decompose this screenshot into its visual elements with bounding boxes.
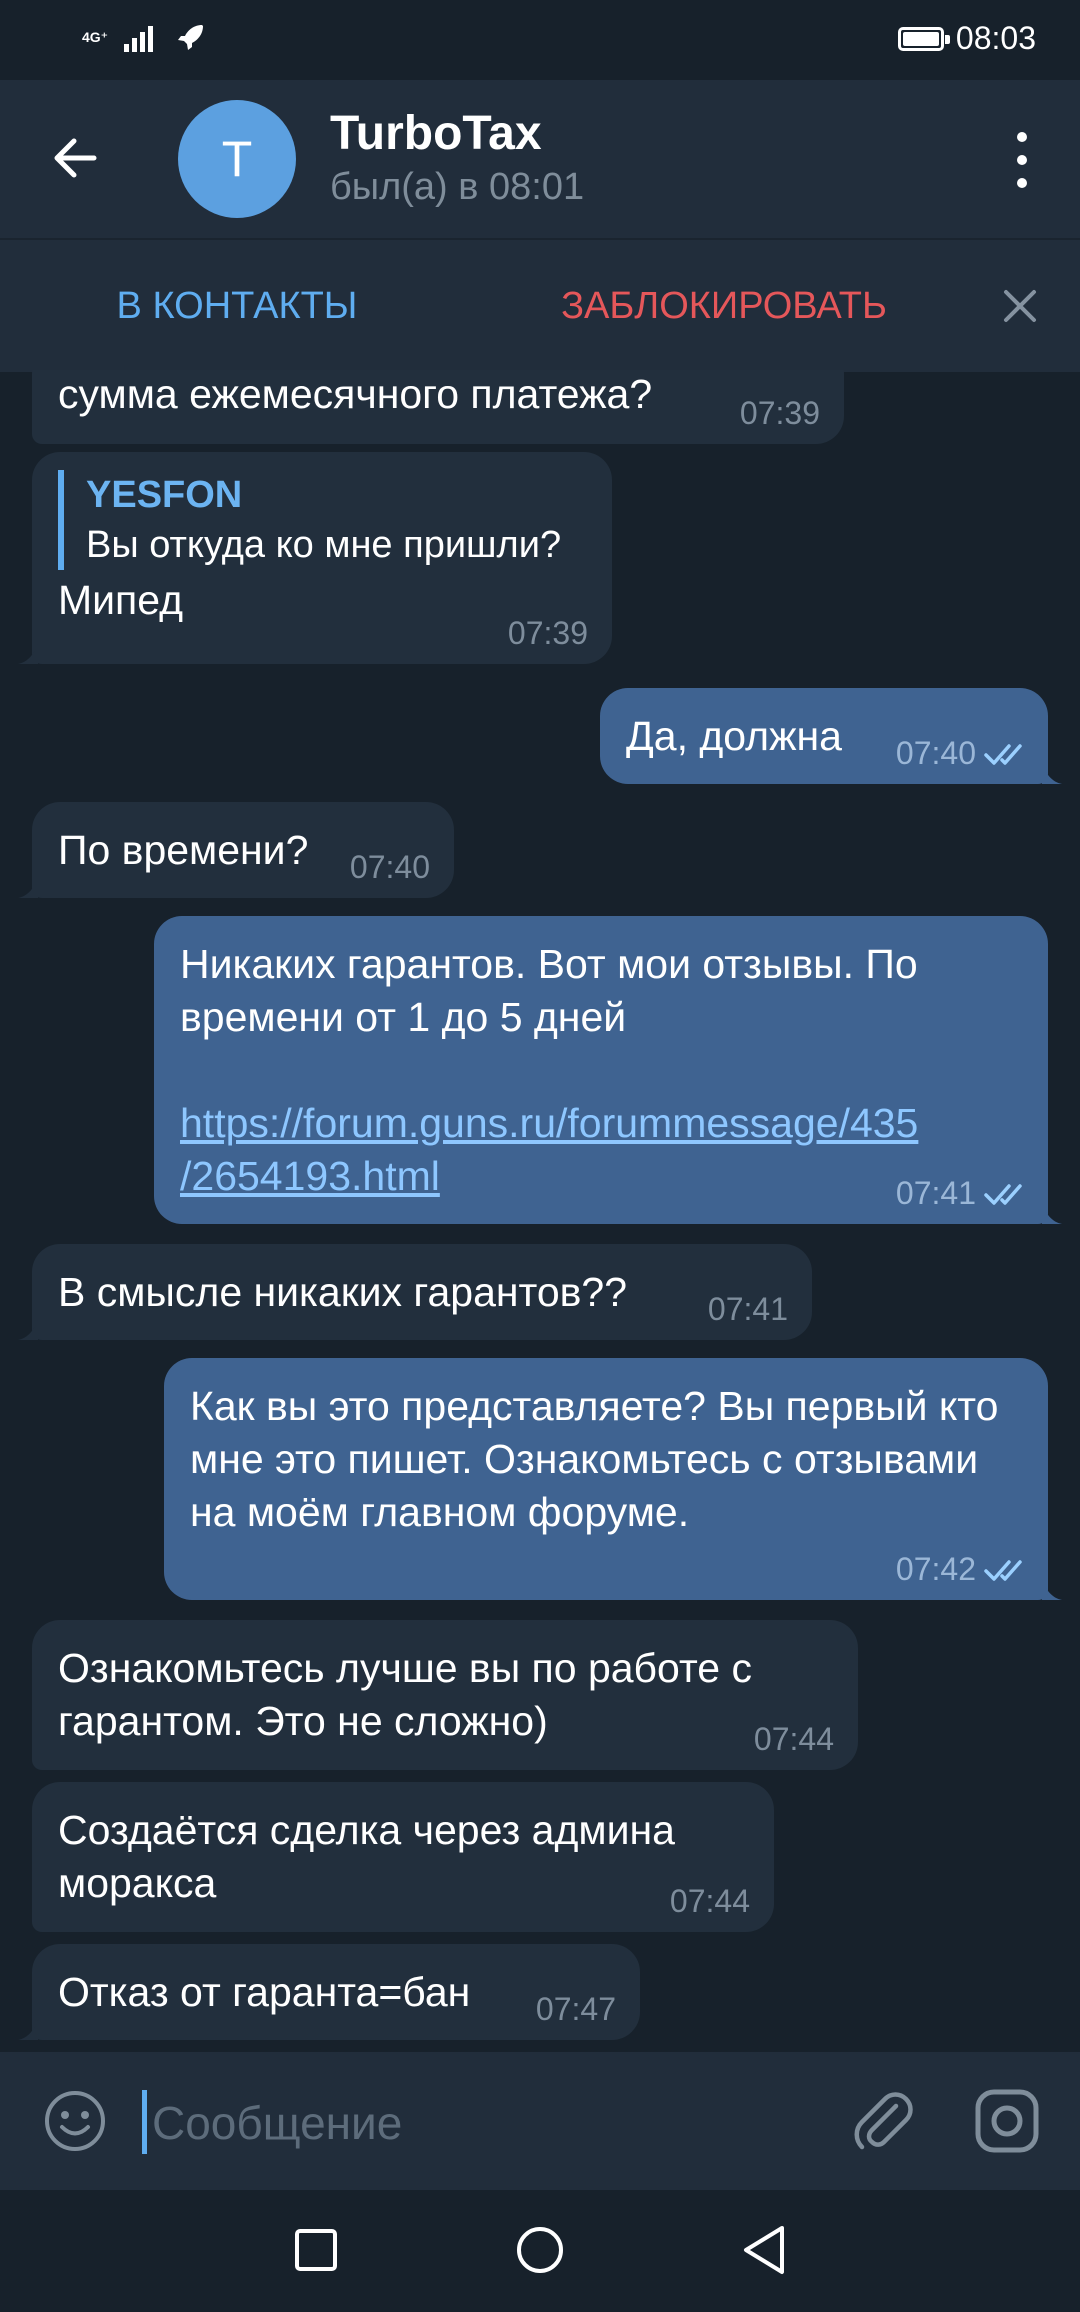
message-time: 07:44 bbox=[669, 1883, 750, 1919]
message-composer bbox=[0, 2052, 1080, 2190]
reply-author: YESFON bbox=[86, 474, 243, 516]
message-incoming[interactable]: Ознакомьтесь лучше вы по работе с гарант… bbox=[32, 1620, 858, 1770]
rocket-icon bbox=[178, 25, 204, 50]
arrow-left-icon[interactable] bbox=[46, 128, 106, 188]
last-seen-status: был(а) в 08:01 bbox=[330, 166, 585, 208]
system-nav-bar bbox=[0, 2190, 1080, 2312]
battery-icon bbox=[897, 26, 950, 51]
message-incoming[interactable]: По времени? 07:40 bbox=[18, 802, 454, 898]
nav-back-icon[interactable] bbox=[738, 2222, 792, 2278]
link-line-2: /2654193.html bbox=[180, 1153, 440, 1199]
message-time: 07:40 bbox=[349, 849, 430, 885]
paperclip-icon[interactable] bbox=[848, 2086, 918, 2156]
bubble-tail bbox=[1042, 1204, 1062, 1224]
message-text: Создаётся сделка через админа моракса bbox=[58, 1807, 675, 1906]
message-outgoing[interactable]: Никаких гарантов. Вот мои отзывы. По вре… bbox=[154, 916, 1062, 1224]
reply-quote[interactable]: YESFON Вы откуда ко мне пришли? bbox=[58, 470, 586, 570]
message-time: 07:41 bbox=[895, 1175, 976, 1211]
message-outgoing[interactable]: Да, должна 07:40 bbox=[600, 688, 1062, 784]
message-text: Отказ от гаранта=бан bbox=[58, 1969, 471, 2015]
message-text: Ознакомьтесь лучше вы по работе с гарант… bbox=[58, 1645, 752, 1744]
double-check-icon bbox=[984, 1184, 1022, 1205]
message-text: Как вы это представляете? Вы первый кто … bbox=[190, 1383, 999, 1535]
link-line-1: https://forum.guns.ru/forummessage/435 bbox=[180, 1100, 919, 1146]
status-right: 08:03 bbox=[897, 20, 1036, 57]
message-input[interactable] bbox=[150, 2082, 814, 2164]
network-type: 4G⁺ bbox=[82, 29, 109, 45]
close-icon[interactable] bbox=[990, 276, 1050, 336]
home-icon[interactable] bbox=[514, 2224, 566, 2276]
emoji-icon[interactable] bbox=[42, 2088, 108, 2154]
bubble-tail bbox=[18, 2020, 38, 2040]
message-outgoing[interactable]: Как вы это представляете? Вы первый кто … bbox=[164, 1358, 1062, 1600]
recents-icon[interactable] bbox=[292, 2226, 340, 2274]
message-time: 07:39 bbox=[739, 395, 820, 431]
message-incoming[interactable]: В смысле никаких гарантов?? 07:41 bbox=[18, 1244, 812, 1340]
message-time: 07:41 bbox=[707, 1291, 788, 1327]
message-incoming[interactable]: сумма ежемесячного платежа? 07:39 bbox=[32, 370, 844, 444]
bubble-tail bbox=[18, 1320, 38, 1340]
double-check-icon bbox=[984, 1560, 1022, 1581]
message-incoming[interactable]: Отказ от гаранта=бан 07:47 bbox=[18, 1944, 640, 2040]
block-user-button[interactable]: ЗАБЛОКИРОВАТЬ bbox=[474, 240, 974, 372]
bubble-tail bbox=[18, 644, 38, 664]
message-list[interactable]: сумма ежемесячного платежа? 07:39 YESFON… bbox=[0, 370, 1080, 2052]
camera-icon[interactable] bbox=[972, 2086, 1042, 2156]
text-cursor bbox=[142, 2090, 147, 2154]
message-text: По времени? bbox=[58, 827, 309, 873]
status-time: 08:03 bbox=[955, 20, 1036, 56]
chat-title[interactable]: TurboTax bbox=[330, 106, 542, 161]
bubble-tail bbox=[1042, 1580, 1062, 1600]
status-bar: 4G⁺ 08:03 bbox=[0, 0, 1080, 80]
reply-text: Вы откуда ко мне пришли? bbox=[86, 524, 562, 566]
avatar[interactable]: T bbox=[178, 100, 296, 218]
message-time: 07:39 bbox=[507, 615, 588, 651]
signal-icon bbox=[124, 26, 154, 52]
bubble-tail bbox=[1042, 764, 1062, 784]
message-time: 07:44 bbox=[753, 1721, 834, 1757]
status-left: 4G⁺ bbox=[82, 22, 206, 52]
chat-header: T TurboTax был(а) в 08:01 bbox=[0, 80, 1080, 238]
message-text: Да, должна bbox=[626, 713, 842, 759]
message-text: Никаких гарантов. Вот мои отзывы. По вре… bbox=[180, 941, 918, 1040]
message-time: 07:42 bbox=[895, 1551, 976, 1587]
message-incoming[interactable]: Создаётся сделка через админа моракса 07… bbox=[32, 1782, 774, 1932]
message-text: В смысле никаких гарантов?? bbox=[58, 1269, 628, 1315]
message-text: сумма ежемесячного платежа? bbox=[58, 371, 653, 417]
message-time: 07:40 bbox=[895, 735, 976, 771]
more-vertical-icon[interactable] bbox=[1004, 132, 1040, 188]
double-check-icon bbox=[984, 744, 1022, 765]
bubble-tail bbox=[18, 878, 38, 898]
action-bar: В КОНТАКТЫ ЗАБЛОКИРОВАТЬ bbox=[0, 238, 1080, 372]
add-to-contacts-button[interactable]: В КОНТАКТЫ bbox=[0, 240, 474, 372]
message-time: 07:47 bbox=[535, 1991, 616, 2027]
message-incoming-reply[interactable]: YESFON Вы откуда ко мне пришли? Мипед 07… bbox=[18, 452, 612, 664]
message-text: Мипед bbox=[58, 577, 184, 623]
